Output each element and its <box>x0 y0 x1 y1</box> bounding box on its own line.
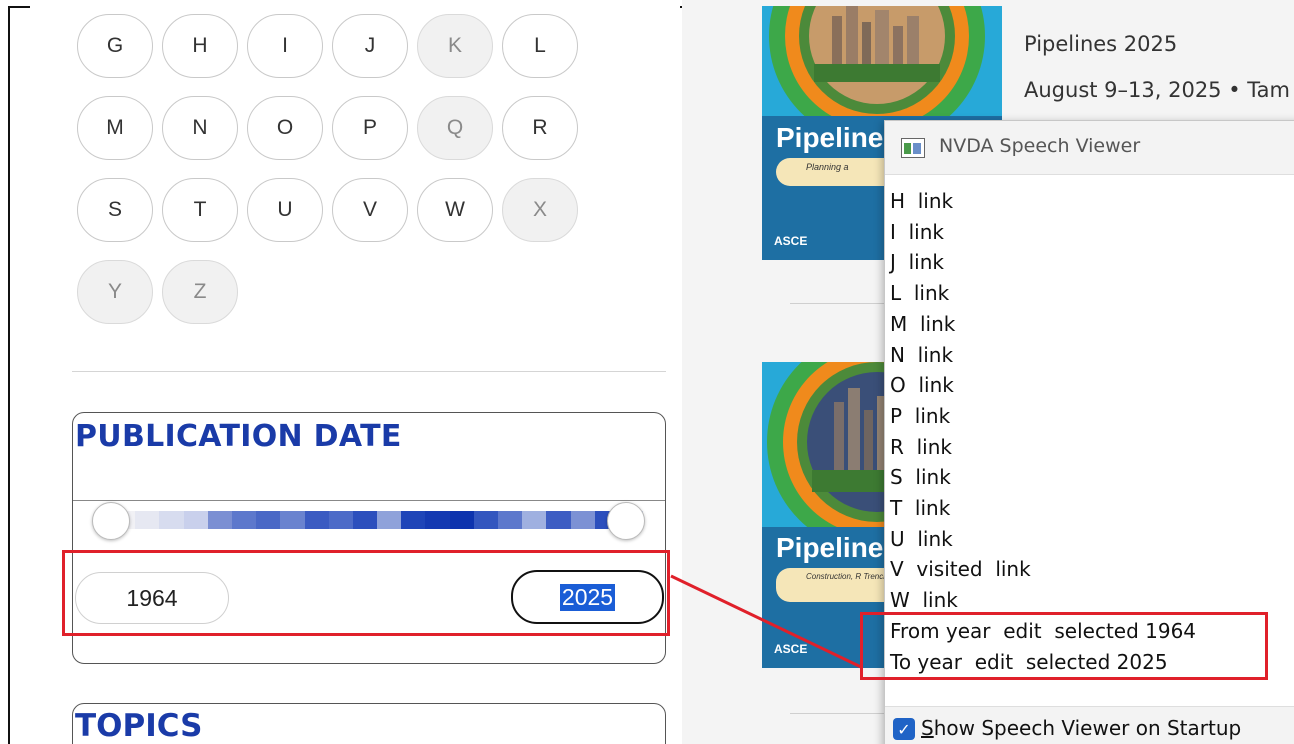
slider-segment <box>425 511 450 529</box>
highlight-year-inputs <box>62 550 670 636</box>
slider-segment <box>304 511 329 529</box>
letter-button-k: K <box>417 14 493 78</box>
nvda-window-title: NVDA Speech Viewer <box>939 135 1141 157</box>
slider-segment <box>522 511 547 529</box>
slider-segment <box>377 511 402 529</box>
speech-line: O link <box>890 373 954 398</box>
letter-button-h[interactable]: H <box>162 14 238 78</box>
slider-segment <box>207 511 232 529</box>
accesskey-letter: S <box>921 716 934 740</box>
date-range-slider-track[interactable] <box>111 511 644 529</box>
speech-line: U link <box>890 526 953 551</box>
slider-segment <box>473 511 498 529</box>
slider-segment <box>183 511 208 529</box>
slider-segment <box>401 511 426 529</box>
slider-segment <box>328 511 353 529</box>
slider-segment <box>256 511 281 529</box>
book-date-location: August 9–13, 2025 • Tam <box>1024 78 1290 102</box>
letter-button-m[interactable]: M <box>77 96 153 160</box>
letter-button-o[interactable]: O <box>247 96 323 160</box>
letter-button-u[interactable]: U <box>247 178 323 242</box>
topics-filter: TOPICS <box>72 703 666 744</box>
nvda-title-bar[interactable]: NVDA Speech Viewer <box>885 121 1294 175</box>
nvda-footer: ✓ Show Speech Viewer on Startup <box>885 706 1294 744</box>
speech-line: M link <box>890 311 956 336</box>
slider-segment <box>498 511 523 529</box>
to-year-slider-handle[interactable] <box>607 502 645 540</box>
section-divider <box>72 371 666 372</box>
letter-button-r[interactable]: R <box>502 96 578 160</box>
show-on-startup-text: how Speech Viewer on Startup <box>933 716 1242 740</box>
letter-button-p[interactable]: P <box>332 96 408 160</box>
speech-line-clipped: ˇ ˇˇˇ <box>890 176 943 186</box>
letter-button-z: Z <box>162 260 238 324</box>
speech-line: H link <box>890 189 954 213</box>
letter-button-t[interactable]: T <box>162 178 238 242</box>
letter-button-s[interactable]: S <box>77 178 153 242</box>
letter-button-q: Q <box>417 96 493 160</box>
slider-segment <box>449 511 474 529</box>
letter-button-v[interactable]: V <box>332 178 408 242</box>
speech-line: S link <box>890 465 951 490</box>
speech-line: P link <box>890 403 951 428</box>
book-cover-title-1: Pipelines <box>776 122 899 153</box>
slider-segment <box>231 511 257 529</box>
letter-button-i[interactable]: I <box>247 14 323 78</box>
checkbox-checked-icon[interactable]: ✓ <box>893 718 915 740</box>
speech-line: W link <box>890 588 958 613</box>
publication-date-separator <box>73 500 665 501</box>
book-cover-title-2: Pipelines <box>776 532 899 563</box>
slider-segment <box>135 511 160 529</box>
slider-segment <box>546 511 571 529</box>
show-on-startup-label[interactable]: Show Speech Viewer on Startup <box>921 716 1241 740</box>
book-cover-publisher-2: ASCE <box>774 642 808 656</box>
slider-segment <box>352 511 378 529</box>
letter-button-n[interactable]: N <box>162 96 238 160</box>
speech-line: N link <box>890 342 954 367</box>
highlight-speech-lines <box>860 612 1268 680</box>
topics-heading: TOPICS <box>75 708 203 744</box>
speech-line: J link <box>890 250 944 275</box>
letter-button-w[interactable]: W <box>417 178 493 242</box>
slider-segment <box>280 511 305 529</box>
letter-button-j[interactable]: J <box>332 14 408 78</box>
letter-button-g[interactable]: G <box>77 14 153 78</box>
slider-segment <box>570 511 595 529</box>
nvda-app-icon <box>901 138 925 158</box>
speech-line: I link <box>890 219 944 244</box>
results-separator <box>790 303 890 304</box>
letter-button-l[interactable]: L <box>502 14 578 78</box>
from-year-slider-handle[interactable] <box>92 502 130 540</box>
book-cover-publisher-1: ASCE <box>774 234 808 248</box>
speech-line: T link <box>890 496 951 520</box>
publication-date-heading: PUBLICATION DATE <box>75 419 402 454</box>
slider-segment <box>159 511 184 529</box>
speech-line: R link <box>890 434 952 459</box>
letter-button-x: X <box>502 178 578 242</box>
book-title[interactable]: Pipelines 2025 <box>1024 32 1177 56</box>
speech-line: L link <box>890 281 950 306</box>
results-separator-2 <box>790 713 890 714</box>
speech-line: V visited link <box>890 557 1031 582</box>
letter-button-y: Y <box>77 260 153 324</box>
